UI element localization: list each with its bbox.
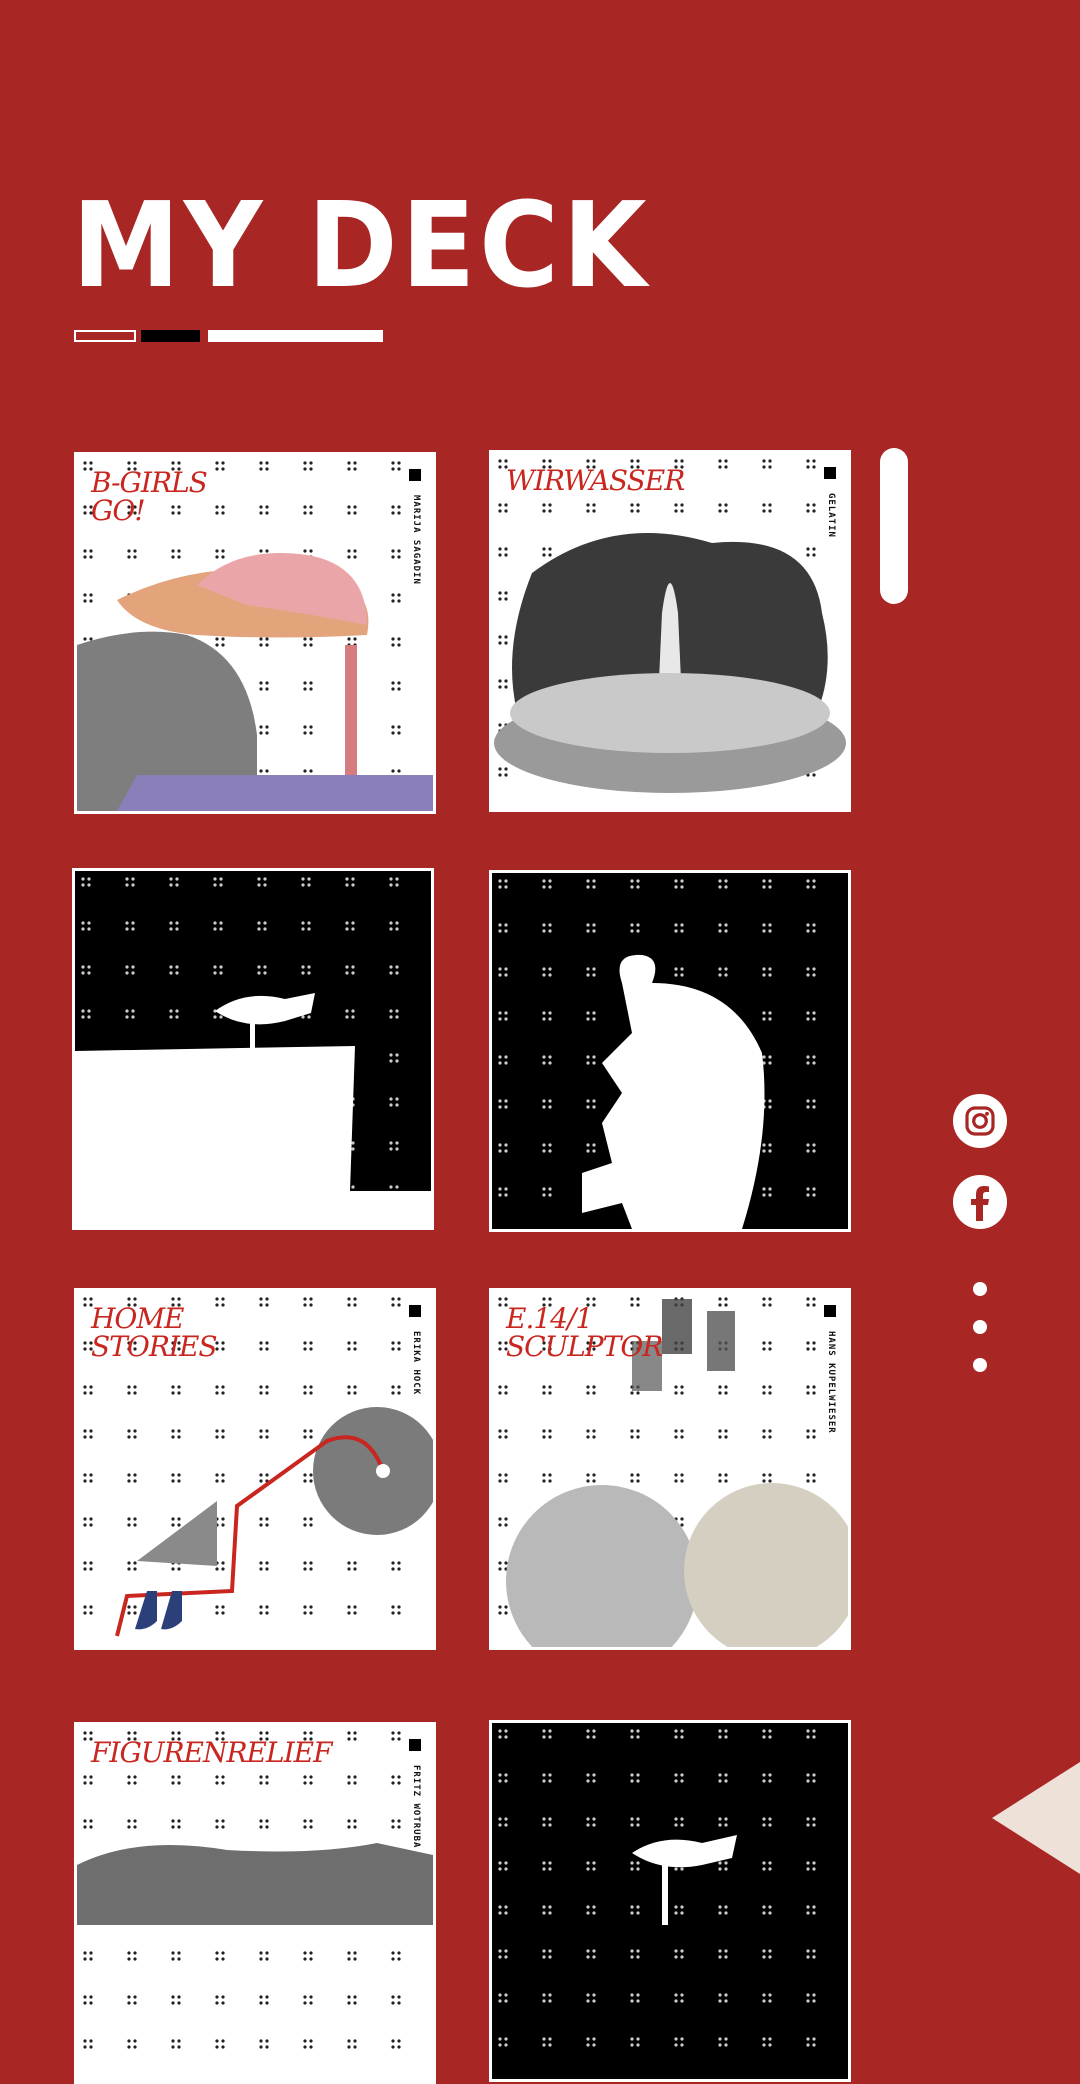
more-dot — [973, 1282, 987, 1296]
arrow-left-icon[interactable] — [990, 1762, 1080, 1874]
card-author: MARIJA SAGADIN — [411, 495, 421, 585]
tab-indicator-black — [141, 330, 200, 342]
deck-card-fish-silhouette-2[interactable] — [489, 1720, 851, 2082]
card-title: e.14/1 SCULPTOR — [506, 1302, 663, 1363]
card-marker — [409, 469, 421, 481]
facebook-icon[interactable] — [952, 1174, 1008, 1230]
card-author: FRITZ WOTRUBA — [411, 1765, 421, 1849]
more-dot — [973, 1358, 987, 1372]
deck-card-abstract-silhouette[interactable] — [489, 870, 851, 1232]
card-author: HANS KUPELWIESER — [826, 1331, 836, 1434]
deck-card-e14-sculptor[interactable]: e.14/1 SCULPTOR HANS KUPELWIESER — [489, 1288, 851, 1650]
deck-card-figurenrelief[interactable]: FIGURENRELIEF FRITZ WOTRUBA — [74, 1722, 436, 2084]
card-marker — [824, 467, 836, 479]
card-title: B-GIRLs GO! — [91, 466, 208, 527]
card-marker — [824, 1305, 836, 1317]
scrollbar-thumb[interactable] — [880, 448, 908, 604]
deck-card-b-girls-go[interactable]: B-GIRLs GO! MARIJA SAGADIN — [74, 452, 436, 814]
card-marker — [409, 1305, 421, 1317]
more-vertical-icon[interactable] — [973, 1282, 987, 1396]
card-artwork — [492, 1723, 848, 2079]
card-author: ERIKA HOCK — [411, 1331, 421, 1396]
card-artwork — [75, 871, 431, 1227]
page-title: MY DECK — [72, 176, 651, 314]
card-artwork — [492, 453, 848, 809]
card-title: WIRWASSER — [506, 464, 685, 497]
card-artwork — [77, 1725, 433, 2081]
card-marker — [409, 1739, 421, 1751]
card-title: HOME STORIES — [91, 1302, 218, 1363]
deck-card-wirwasser[interactable]: WIRWASSER GELATIN — [489, 450, 851, 812]
tab-indicator-outline — [74, 330, 136, 342]
tab-indicator-white — [208, 330, 383, 342]
card-title: FIGURENRELIEF — [91, 1736, 333, 1769]
more-dot — [973, 1320, 987, 1334]
card-artwork — [492, 873, 848, 1229]
deck-card-fish-silhouette[interactable] — [72, 868, 434, 1230]
instagram-icon[interactable] — [952, 1093, 1008, 1149]
card-author: GELATIN — [826, 493, 836, 538]
deck-card-home-stories[interactable]: HOME STORIES ERIKA HOCK — [74, 1288, 436, 1650]
